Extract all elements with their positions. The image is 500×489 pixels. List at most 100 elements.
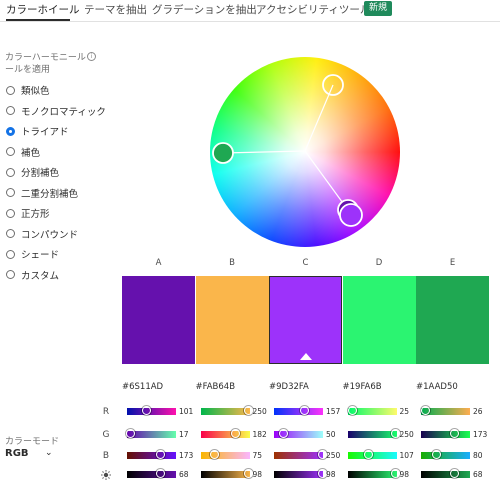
green-slider[interactable] bbox=[421, 429, 470, 438]
harmony-option[interactable]: シェード bbox=[6, 247, 59, 261]
color-swatch[interactable] bbox=[269, 276, 342, 364]
red-slider[interactable] bbox=[421, 406, 470, 415]
wheel-handle-e[interactable] bbox=[212, 142, 234, 164]
harmony-option-label: 分割補色 bbox=[21, 168, 60, 179]
blue-slider[interactable] bbox=[274, 450, 327, 459]
red-slider-value[interactable]: 101 bbox=[179, 407, 199, 416]
brightness-slider[interactable] bbox=[274, 469, 327, 478]
wheel-handle-c[interactable] bbox=[339, 203, 363, 227]
red-slider[interactable] bbox=[200, 406, 254, 415]
blue-slider[interactable] bbox=[421, 450, 470, 459]
harmony-option[interactable]: 二重分割補色 bbox=[6, 186, 78, 200]
slider-knob[interactable] bbox=[279, 429, 289, 438]
green-slider-value[interactable]: 17 bbox=[179, 430, 199, 439]
harmony-option-label: トライアド bbox=[21, 127, 69, 138]
radio-button[interactable] bbox=[6, 229, 15, 238]
radio-button[interactable] bbox=[6, 106, 15, 115]
slider-knob[interactable] bbox=[230, 429, 240, 438]
harmony-option[interactable]: カスタム bbox=[6, 268, 59, 282]
brightness-slider-value[interactable]: 98 bbox=[400, 470, 420, 479]
slider-knob[interactable] bbox=[347, 406, 357, 415]
brightness-slider[interactable] bbox=[347, 469, 401, 478]
red-slider-value[interactable]: 250 bbox=[253, 407, 273, 416]
slider-knob[interactable] bbox=[449, 429, 459, 438]
radio-button[interactable] bbox=[6, 188, 15, 197]
blue-slider[interactable] bbox=[347, 450, 397, 459]
harmony-option[interactable]: 補色 bbox=[6, 145, 40, 159]
blue-slider[interactable] bbox=[127, 450, 176, 459]
hex-code-field[interactable]: #19FA6B bbox=[343, 382, 382, 392]
swatch-letter: C bbox=[302, 258, 309, 268]
blue-slider[interactable] bbox=[200, 450, 250, 459]
brightness-slider[interactable] bbox=[200, 469, 254, 478]
green-slider[interactable] bbox=[347, 429, 401, 438]
slider-knob[interactable] bbox=[141, 406, 151, 415]
slider-knob[interactable] bbox=[125, 429, 135, 438]
slider-knob[interactable] bbox=[155, 450, 165, 459]
hex-code-field[interactable]: #6S11AD bbox=[122, 382, 163, 392]
radio-button[interactable] bbox=[6, 208, 15, 218]
harmony-option[interactable]: 正方形 bbox=[6, 206, 50, 220]
brightness-slider[interactable] bbox=[421, 469, 470, 478]
brightness-slider-value[interactable]: 98 bbox=[326, 470, 346, 479]
blue-slider-value[interactable]: 250 bbox=[326, 451, 346, 460]
red-slider-value[interactable]: 25 bbox=[400, 407, 420, 416]
red-slider[interactable] bbox=[274, 406, 323, 415]
brightness-slider-value[interactable]: 98 bbox=[253, 470, 273, 479]
brightness-slider-value[interactable]: 68 bbox=[179, 470, 199, 479]
red-slider-value[interactable]: 26 bbox=[473, 407, 493, 416]
hex-code-field[interactable]: #9D32FA bbox=[269, 382, 309, 392]
green-slider-value[interactable]: 250 bbox=[400, 430, 420, 439]
color-swatch[interactable] bbox=[122, 276, 195, 364]
blue-slider-value[interactable]: 173 bbox=[179, 451, 199, 460]
green-slider[interactable] bbox=[125, 429, 176, 438]
brightness-slider[interactable] bbox=[127, 469, 176, 478]
slider-knob[interactable] bbox=[155, 469, 165, 478]
hex-code-field[interactable]: #1AAD50 bbox=[416, 382, 458, 392]
swatch-letter: D bbox=[375, 258, 383, 268]
harmony-option[interactable]: コンパウンド bbox=[6, 227, 78, 241]
radio-button[interactable] bbox=[6, 147, 15, 156]
radio-button[interactable] bbox=[6, 249, 15, 259]
slider-knob[interactable] bbox=[449, 469, 459, 478]
active-tab-indicator bbox=[6, 19, 70, 21]
tab-extract-gradient[interactable]: グラデーションを抽出 bbox=[152, 2, 257, 17]
red-slider-value[interactable]: 157 bbox=[326, 407, 346, 416]
green-slider-value[interactable]: 50 bbox=[326, 430, 346, 439]
hex-code-field[interactable]: #FAB64B bbox=[196, 382, 236, 392]
harmony-option[interactable]: 類似色 bbox=[6, 83, 50, 97]
green-slider[interactable] bbox=[274, 429, 323, 438]
color-swatch[interactable] bbox=[195, 276, 269, 364]
blue-slider-value[interactable]: 75 bbox=[253, 451, 273, 460]
red-slider[interactable] bbox=[347, 406, 397, 415]
color-swatch[interactable] bbox=[342, 276, 416, 364]
green-slider-value[interactable]: 173 bbox=[473, 430, 493, 439]
slider-knob[interactable] bbox=[431, 450, 441, 459]
selected-swatch-indicator bbox=[300, 353, 312, 360]
slider-knob[interactable] bbox=[299, 406, 309, 415]
radio-button[interactable] bbox=[6, 126, 15, 136]
harmony-option[interactable]: トライアド bbox=[6, 124, 69, 138]
tab-extract-theme[interactable]: テーマを抽出 bbox=[84, 2, 147, 17]
color-swatch[interactable] bbox=[416, 276, 489, 364]
blue-slider-value[interactable]: 107 bbox=[400, 451, 420, 460]
radio-button[interactable] bbox=[6, 270, 15, 279]
info-icon[interactable]: i bbox=[87, 52, 96, 61]
new-badge: 新規 bbox=[364, 1, 393, 16]
slider-knob[interactable] bbox=[210, 450, 220, 459]
red-slider[interactable] bbox=[127, 406, 176, 415]
slider-knob[interactable] bbox=[363, 450, 373, 459]
slider-knob[interactable] bbox=[421, 406, 431, 415]
harmony-option[interactable]: 分割補色 bbox=[6, 165, 59, 179]
color-mode-select[interactable]: RGB ⌄ bbox=[5, 448, 55, 462]
blue-slider-value[interactable]: 80 bbox=[473, 451, 493, 460]
tab-color-wheel[interactable]: カラーホイール bbox=[6, 2, 80, 17]
harmony-option[interactable]: モノクロマティック bbox=[6, 104, 106, 118]
green-slider-value[interactable]: 182 bbox=[253, 430, 273, 439]
radio-button[interactable] bbox=[6, 167, 15, 177]
tab-accessibility-tools[interactable]: アクセシビリティツール bbox=[256, 2, 370, 17]
green-slider[interactable] bbox=[200, 429, 250, 438]
color-wheel[interactable] bbox=[210, 57, 400, 247]
radio-button[interactable] bbox=[6, 85, 15, 95]
brightness-slider-value[interactable]: 68 bbox=[473, 470, 493, 479]
